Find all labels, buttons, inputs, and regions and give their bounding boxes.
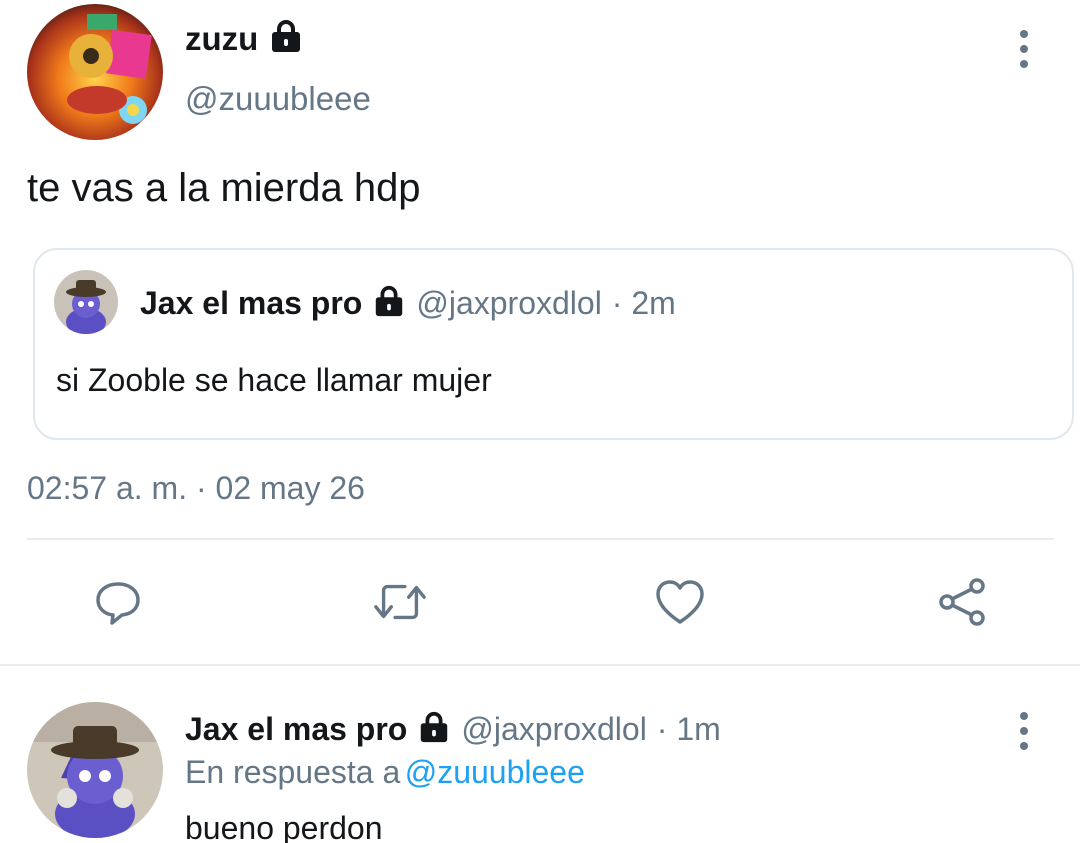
- reply-author-avatar[interactable]: [27, 702, 163, 838]
- lock-icon: [417, 710, 451, 749]
- author-avatar[interactable]: [27, 4, 163, 140]
- more-options-icon[interactable]: [1018, 712, 1030, 750]
- quoted-author-handle: @jaxproxdlol: [416, 285, 602, 321]
- author-name[interactable]: zuzu: [185, 20, 258, 58]
- reply-context-label: En respuesta a: [185, 754, 401, 790]
- quoted-tweet-text: si Zooble se hace llamar mujer: [56, 362, 492, 398]
- reply-to-link[interactable]: @zuuubleee: [405, 754, 585, 790]
- quoted-author-name: Jax el mas pro: [140, 285, 363, 321]
- tweet-timestamp: 02:57 a. m. · 02 may 26: [27, 470, 365, 506]
- divider: [0, 664, 1080, 666]
- tweet-text: te vas a la mierda hdp: [27, 166, 421, 210]
- lock-icon: [372, 284, 406, 323]
- retweet-icon[interactable]: [372, 574, 428, 630]
- lock-icon: [268, 18, 304, 59]
- avatar-image: [27, 4, 163, 140]
- reply-author-handle[interactable]: @jaxproxdlol: [461, 711, 646, 748]
- author-handle[interactable]: @zuuubleee: [185, 80, 371, 118]
- share-icon[interactable]: [934, 574, 990, 630]
- heart-icon[interactable]: [652, 574, 708, 630]
- reply-tweet-time: · 1m: [656, 711, 721, 747]
- reply-tweet-text: bueno perdon: [185, 810, 383, 843]
- quoted-tweet-time: · 2m: [611, 285, 676, 321]
- quoted-author-avatar: [54, 270, 118, 334]
- reply-icon[interactable]: [90, 574, 146, 630]
- divider: [27, 538, 1054, 540]
- reply-author-name[interactable]: Jax el mas pro: [185, 711, 407, 748]
- quoted-tweet-card[interactable]: [33, 248, 1074, 440]
- more-options-icon[interactable]: [1018, 30, 1030, 68]
